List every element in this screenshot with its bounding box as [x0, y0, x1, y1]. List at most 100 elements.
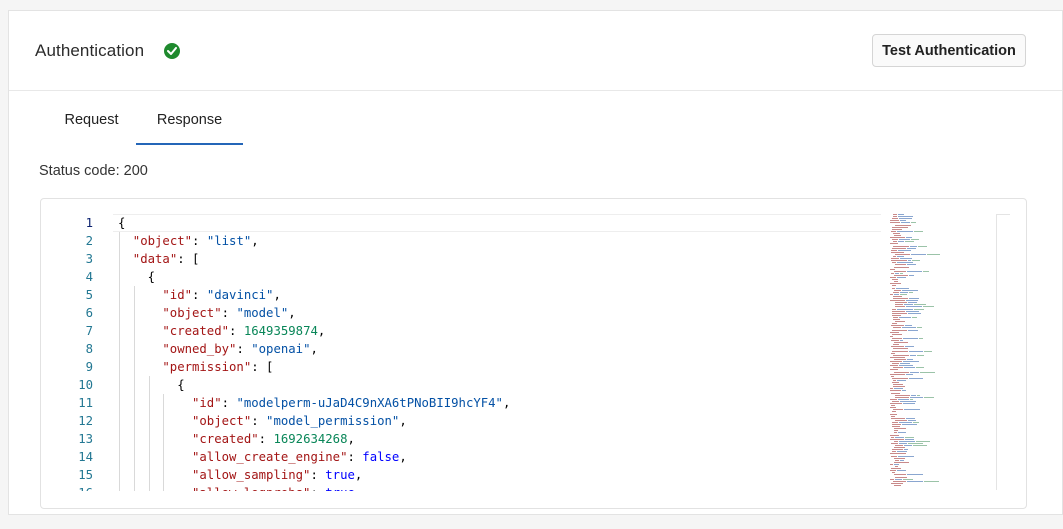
code-line[interactable]: 16 "allow_logprobs": true,: [41, 484, 891, 491]
code-line[interactable]: 12 "object": "model_permission",: [41, 412, 891, 430]
code-line[interactable]: 5 "id": "davinci",: [41, 286, 891, 304]
minimap-mark: [892, 363, 899, 365]
line-number: 14: [78, 450, 93, 464]
code-token: :: [310, 486, 325, 491]
minimap-mark: [895, 264, 906, 266]
minimap-mark: [897, 379, 906, 381]
minimap-mark: [892, 377, 908, 379]
code-editor-content[interactable]: 1{2 "object": "list", 3 "data": [4{5 "id": "…: [41, 214, 891, 491]
minimap-mark: [892, 426, 900, 428]
minimap-mark: [890, 300, 905, 302]
code-line[interactable]: 9 "permission": [: [41, 358, 891, 376]
minimap-mark: [917, 394, 920, 396]
minimap-mark: [912, 260, 920, 262]
code-line[interactable]: 7 "created": 1649359874,: [41, 322, 891, 340]
code-line[interactable]: 11 "id": "modelperm-uJaD4C9nXA6tPNoBII9hc…: [41, 394, 891, 412]
minimap-mark: [894, 463, 899, 465]
minimap-mark: [897, 470, 906, 472]
line-content: "id": "modelperm-uJaD4C9nXA6tPNoBII9hcYF…: [192, 394, 510, 412]
minimap-mark: [911, 253, 926, 255]
minimap-mark: [923, 270, 929, 272]
minimap-mark: [897, 256, 904, 257]
minimap-mark: [891, 230, 896, 232]
minimap-mark: [910, 371, 919, 373]
minimap-mark: [891, 260, 907, 262]
minimap-mark: [892, 287, 895, 289]
code-line[interactable]: 3 "data": [: [41, 250, 891, 268]
minimap-mark: [897, 230, 913, 232]
minimap-mark: [894, 461, 909, 463]
tab-response[interactable]: Response: [136, 91, 243, 145]
line-content: {: [148, 268, 155, 286]
minimap-mark: [909, 298, 919, 299]
minimap-mark: [892, 337, 902, 339]
code-line[interactable]: 10 {: [41, 376, 891, 394]
minimap-mark: [892, 411, 896, 413]
minimap-mark: [909, 274, 914, 276]
minimap-mark: [892, 421, 898, 423]
minimap-mark: [900, 220, 906, 222]
minimap-mark: [918, 245, 927, 247]
minimap-mark: [890, 283, 901, 285]
minimap-mark: [906, 306, 922, 308]
authentication-card: Authentication Test Authentication Reque…: [8, 10, 1063, 515]
minimap-mark: [897, 262, 913, 264]
minimap-mark: [890, 365, 898, 367]
line-content: "created": 1649359874,: [162, 322, 325, 340]
minimap-mark: [893, 316, 898, 318]
minimap-mark: [893, 298, 908, 299]
editor-scrollbar[interactable]: [996, 214, 997, 490]
tab-request[interactable]: Request: [39, 91, 144, 145]
minimap-mark: [890, 373, 905, 375]
line-number: 3: [85, 252, 93, 266]
minimap-mark: [891, 455, 897, 457]
minimap-mark: [912, 316, 917, 318]
minimap-mark: [891, 258, 899, 260]
minimap-mark: [909, 291, 913, 293]
code-line[interactable]: 15 "allow_sampling": true,: [41, 466, 891, 484]
minimap-mark: [891, 251, 904, 253]
minimap-mark: [899, 440, 915, 442]
minimap-mark: [904, 409, 920, 411]
line-number: 9: [85, 360, 93, 374]
minimap-mark: [894, 270, 906, 272]
minimap-mark: [890, 331, 899, 333]
minimap-mark: [908, 329, 918, 331]
minimap-mark: [895, 445, 903, 446]
code-token: : [: [177, 252, 200, 266]
minimap-mark: [907, 358, 913, 360]
code-line[interactable]: 13 "created": 1692634268,: [41, 430, 891, 448]
minimap-mark: [893, 386, 905, 388]
code-line[interactable]: 4{: [41, 268, 891, 286]
minimap-mark: [905, 436, 914, 438]
code-line[interactable]: 6 "object": "model",: [41, 304, 891, 322]
minimap-mark: [904, 449, 908, 451]
minimap-mark: [895, 272, 899, 274]
code-line[interactable]: 8 "owned_by": "openai",: [41, 340, 891, 358]
code-token: "allow_create_engine": [192, 450, 348, 464]
code-token: "allow_logprobs": [192, 486, 310, 491]
minimap-mark: [890, 463, 893, 465]
minimap-mark: [893, 256, 896, 257]
response-code-editor[interactable]: 1{2 "object": "list", 3 "data": [4{5 "id": "…: [40, 198, 1027, 509]
minimap-mark: [899, 239, 910, 241]
code-line[interactable]: 1{: [41, 214, 891, 232]
minimap-mark: [903, 478, 913, 480]
test-authentication-button[interactable]: Test Authentication: [872, 34, 1026, 67]
minimap-mark: [908, 442, 923, 444]
minimap-mark: [917, 327, 922, 329]
minimap-mark: [895, 224, 911, 226]
code-token: 1649359874: [243, 324, 318, 338]
minimap-mark: [893, 214, 897, 215]
line-content: "object": "list",: [133, 232, 259, 250]
minimap-mark: [901, 222, 910, 224]
line-content: "owned_by": "openai",: [162, 340, 318, 358]
minimap-mark: [906, 300, 918, 302]
editor-minimap[interactable]: [888, 214, 948, 491]
line-content: "allow_create_engine": false,: [192, 448, 407, 466]
minimap-mark: [892, 312, 907, 314]
minimap-mark: [902, 424, 917, 425]
code-line[interactable]: 2 "object": "list",: [41, 232, 891, 250]
minimap-mark: [892, 333, 902, 335]
code-line[interactable]: 14 "allow_create_engine": false,: [41, 448, 891, 466]
